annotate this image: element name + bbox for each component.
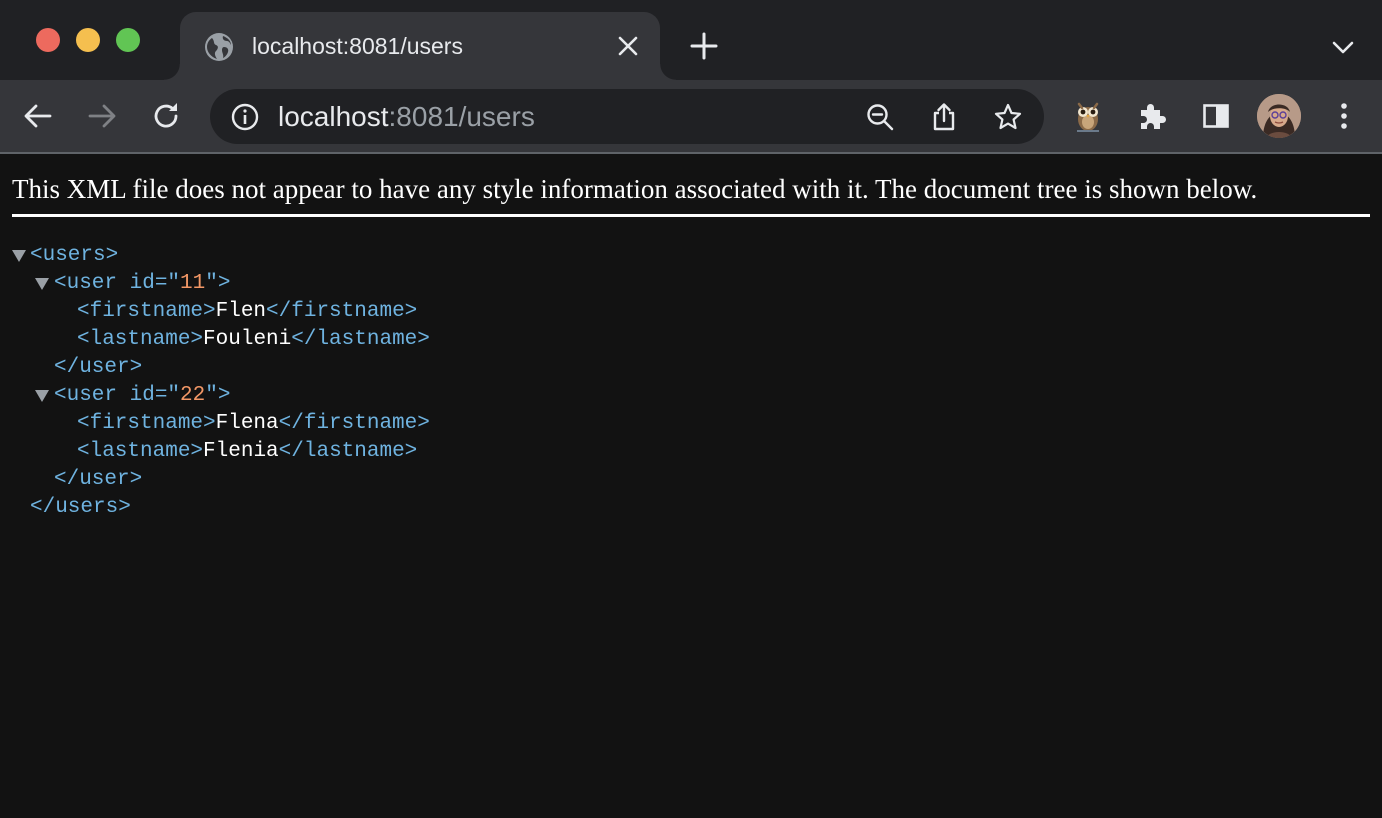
xml-root-close: </users> [30,496,131,519]
reload-icon [154,103,178,128]
chevron-down-icon[interactable] [1330,34,1356,60]
share-icon[interactable] [929,102,959,132]
user-id: 11 [180,272,206,295]
side-panel-button[interactable] [1198,98,1234,134]
kebab-menu-icon [1341,103,1347,129]
back-arrow-icon [24,104,52,128]
user-id: 22 [180,384,206,407]
address-bar[interactable]: localhost:8081/users [210,89,1044,144]
owl-extension-icon [1077,102,1099,132]
xml-user-open: <user id="11"> [54,272,231,295]
reload-button[interactable] [148,98,184,134]
collapse-toggle-icon[interactable] [35,390,49,402]
puzzle-icon [1141,104,1166,129]
firstname-value: Flena [215,412,279,435]
browser-menu-button[interactable] [1326,98,1362,134]
url-path: :8081/users [388,101,535,132]
tab-strip: localhost:8081/users [0,0,1382,80]
owl-extension-button[interactable] [1070,98,1106,134]
close-tab-icon[interactable] [616,34,640,58]
url-text[interactable]: localhost:8081/users [278,101,535,133]
forward-arrow-icon [88,104,116,128]
extensions-button[interactable] [1134,98,1170,134]
xml-user-open: <user id="22"> [54,384,231,407]
zoom-out-icon[interactable] [865,102,895,132]
xml-lastname: <lastname>Flenia</lastname> [77,440,418,463]
close-window-button[interactable] [36,28,60,52]
back-button[interactable] [20,98,56,134]
xml-user-close: </user> [54,468,143,491]
star-icon[interactable] [993,102,1023,132]
side-panel-icon [1203,104,1229,128]
avatar-image [1257,94,1301,138]
xml-lastname: <lastname>Fouleni</lastname> [77,328,430,351]
notice-divider [12,214,1370,217]
xml-style-notice: This XML file does not appear to have an… [12,174,1258,204]
info-icon[interactable] [230,102,260,132]
firstname-value: Flen [215,300,267,323]
page-content: This XML file does not appear to have an… [0,154,1382,818]
forward-button[interactable] [84,98,120,134]
xml-root-open: <users> [30,244,119,267]
collapse-toggle-icon[interactable] [35,278,49,290]
globe-icon [205,33,233,61]
collapse-toggle-icon[interactable] [12,250,26,262]
xml-firstname: <firstname>Flena</firstname> [77,412,430,435]
tab-title: localhost:8081/users [252,33,463,59]
profile-avatar[interactable] [1257,94,1301,138]
maximize-window-button[interactable] [116,28,140,52]
active-tab[interactable]: localhost:8081/users [164,12,676,80]
lastname-value: Flenia [203,440,279,463]
new-tab-icon[interactable] [688,30,720,62]
lastname-value: Fouleni [203,328,292,351]
xml-firstname: <firstname>Flen</firstname> [77,300,418,323]
xml-user-close: </user> [54,356,143,379]
browser-toolbar: localhost:8081/users [0,80,1382,152]
url-host: localhost [278,101,389,132]
minimize-window-button[interactable] [76,28,100,52]
